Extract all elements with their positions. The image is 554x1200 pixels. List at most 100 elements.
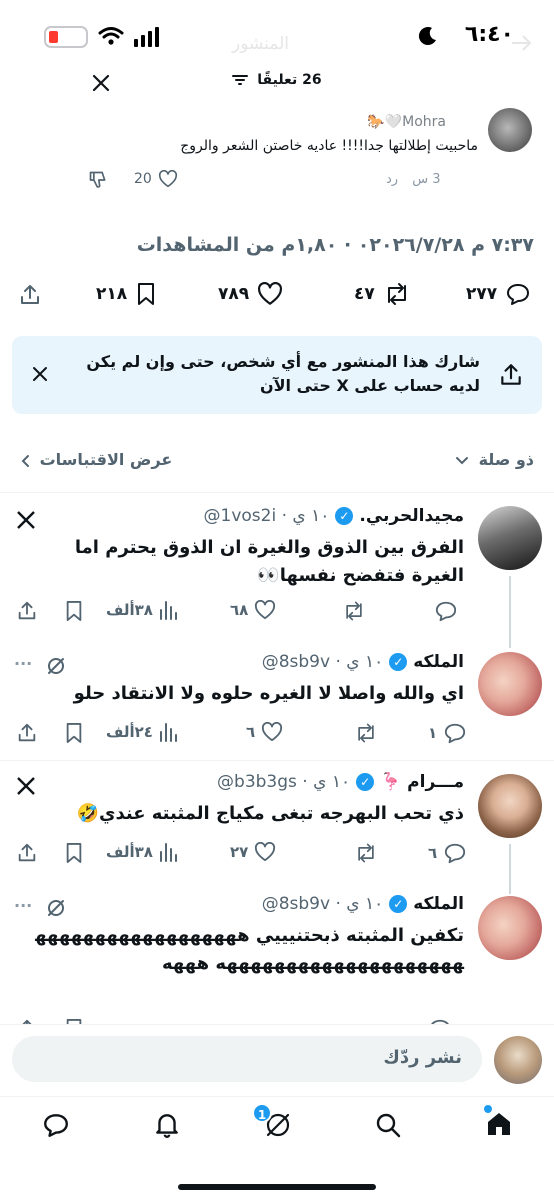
share-icon[interactable] (18, 283, 42, 307)
views-bar-chart-icon (159, 843, 177, 862)
reply-text: ماحبيت إطلالتها جدا!!!! عاديه خاصتن الشع… (180, 138, 478, 154)
search-icon[interactable] (374, 1111, 402, 1139)
reply-action[interactable]: ٢٧٧ (466, 282, 531, 306)
views-action[interactable]: ٣٨ألف (106, 842, 177, 862)
tweet-author-name[interactable]: مـــرام 🦩 (380, 772, 464, 792)
battery-icon (44, 26, 88, 48)
comment-icon (445, 723, 466, 744)
verified-badge-icon: ✓ (356, 773, 375, 791)
heart-icon (158, 170, 177, 188)
tweet-author-name[interactable]: مجيدالحربي. (359, 506, 464, 526)
share-icon[interactable] (16, 722, 38, 744)
bookmark-icon[interactable] (64, 722, 84, 744)
reply-input-placeholder: نشر ردّك (383, 1047, 462, 1068)
tweet-handle[interactable]: @8sb9v · ١٠ ي (262, 652, 384, 672)
home-icon[interactable] (484, 1109, 514, 1139)
view-quotes-link[interactable]: عرض الاقتباسات (20, 450, 172, 469)
repost-icon (358, 843, 374, 863)
my-avatar[interactable] (494, 1036, 542, 1084)
bookmark-icon[interactable] (64, 600, 84, 622)
messages-icon[interactable] (42, 1111, 70, 1139)
heart-icon (258, 282, 283, 305)
reply-action[interactable]: ٦ (428, 842, 467, 864)
grok-icon[interactable] (46, 898, 66, 918)
tweet-text: اي والله واصلا لا الغيره حلوه ولا الانتق… (73, 683, 464, 704)
home-indicator (178, 1184, 376, 1190)
repost-action[interactable] (336, 600, 366, 622)
like-action[interactable]: ٢٧ (230, 842, 276, 862)
heart-icon (255, 600, 276, 620)
bookmark-count: ٢١٨ (96, 284, 128, 304)
sort-label: ذو صلة (478, 450, 534, 469)
new-posts-dot (484, 1105, 492, 1113)
bell-icon[interactable] (154, 1111, 180, 1139)
sort-dropdown[interactable]: ذو صلة (455, 450, 534, 469)
tweet-actions: ٣٨ألف ٢٧ ٦ (14, 840, 474, 866)
tweet-3[interactable]: مـــرام 🦩 ✓ @b3b3gs · ١٠ ي ذي تحب البهرج… (0, 762, 554, 894)
tweet-handle[interactable]: @b3b3gs · ١٠ ي (217, 772, 350, 792)
reply-author-name[interactable]: Mohra🤍🐎 (367, 114, 446, 130)
tweet-4[interactable]: ··· الملكه ✓ @8sb9v · ١٠ ي تكفين المثبته… (0, 884, 554, 1024)
comment-icon (435, 601, 457, 622)
views-action[interactable]: ٣٨ألف (106, 600, 177, 620)
more-options-icon[interactable]: ··· (14, 654, 32, 673)
repost-action[interactable]: ٤٧ (354, 282, 411, 306)
heart-icon (255, 842, 276, 862)
reply-input[interactable]: نشر ردّك (12, 1036, 482, 1082)
tweet-header: مـــرام 🦩 ✓ @b3b3gs · ١٠ ي (217, 772, 464, 792)
close-icon[interactable] (32, 366, 48, 382)
like-action[interactable]: ٦ (246, 722, 283, 742)
like-action[interactable]: ٦٨ (230, 600, 276, 620)
tweet-2[interactable]: ··· الملكه ✓ @8sb9v · ١٠ ي اي والله واصل… (0, 640, 554, 758)
more-options-icon[interactable]: ··· (14, 896, 32, 915)
verified-badge-icon: ✓ (389, 895, 408, 913)
reply-avatar[interactable] (488, 108, 532, 152)
tweet-actions: ٣٨ألف ٦٨ (14, 598, 474, 624)
like-action[interactable]: ٧٨٩ (218, 282, 283, 306)
reply-count: ١ (428, 724, 438, 742)
tweet-1[interactable]: مجيدالحربي. ✓ @1vos2i · ١٠ ي الفرق بين ا… (0, 492, 554, 648)
wifi-icon (98, 27, 124, 45)
like-count: ٦٨ (230, 601, 249, 619)
reply-like-count: 20 (134, 171, 152, 187)
tweet-avatar[interactable] (478, 774, 542, 838)
share-prompt-text: شارك هذا المنشور مع أي شخص، حتى وإن لم ي… (86, 352, 480, 395)
tweet-avatar[interactable] (478, 896, 542, 960)
tweet-avatar[interactable] (478, 652, 542, 716)
tweet-header: الملكه ✓ @8sb9v · ١٠ ي (262, 894, 464, 914)
repost-action[interactable] (348, 722, 378, 744)
status-time: ٦:٤٠ (464, 22, 514, 47)
tweet-text: تكفين المثبته ذبحتنيييي هههههههههههههههه… (35, 925, 464, 974)
bookmark-action[interactable]: ٢١٨ (96, 282, 157, 306)
reply-action[interactable] (428, 600, 458, 622)
repost-action[interactable] (348, 842, 378, 864)
tweet-avatar[interactable] (478, 506, 542, 570)
tweet-author-name[interactable]: الملكه (413, 894, 464, 914)
divider (0, 760, 554, 761)
repost-icon (387, 283, 406, 305)
cellular-signal-icon (134, 27, 159, 47)
tweet-header: مجيدالحربي. ✓ @1vos2i · ١٠ ي (204, 506, 465, 526)
tweet-handle[interactable]: @1vos2i · ١٠ ي (204, 506, 330, 526)
verified-badge-icon: ✓ (389, 653, 408, 671)
sort-lines-icon (232, 75, 249, 85)
comment-icon (445, 843, 466, 864)
share-icon[interactable] (16, 842, 38, 864)
reply-like-group[interactable]: 20 (134, 170, 178, 188)
verified-badge-icon: ✓ (335, 507, 354, 525)
thumbs-down-icon[interactable] (88, 170, 108, 190)
reply-button-label[interactable]: رد (386, 172, 398, 187)
reply-action[interactable]: ١ (428, 722, 467, 744)
reply-time: 3 س (412, 172, 441, 187)
tweet-handle[interactable]: @8sb9v · ١٠ ي (262, 894, 384, 914)
share-icon[interactable] (16, 600, 38, 622)
comment-count-header[interactable]: 26 تعليقًا (0, 72, 554, 88)
views-action[interactable]: ٢٤ألف (106, 722, 177, 742)
tweet-author-name[interactable]: الملكه (413, 652, 464, 672)
status-bar: المنشور ٦:٤٠ (0, 0, 554, 80)
grok-icon[interactable] (46, 656, 66, 676)
views-bar-chart-icon (159, 601, 177, 620)
notification-badge: 1 (252, 1103, 272, 1123)
bookmark-icon[interactable] (64, 842, 84, 864)
share-prompt-card[interactable]: شارك هذا المنشور مع أي شخص، حتى وإن لم ي… (12, 336, 542, 414)
